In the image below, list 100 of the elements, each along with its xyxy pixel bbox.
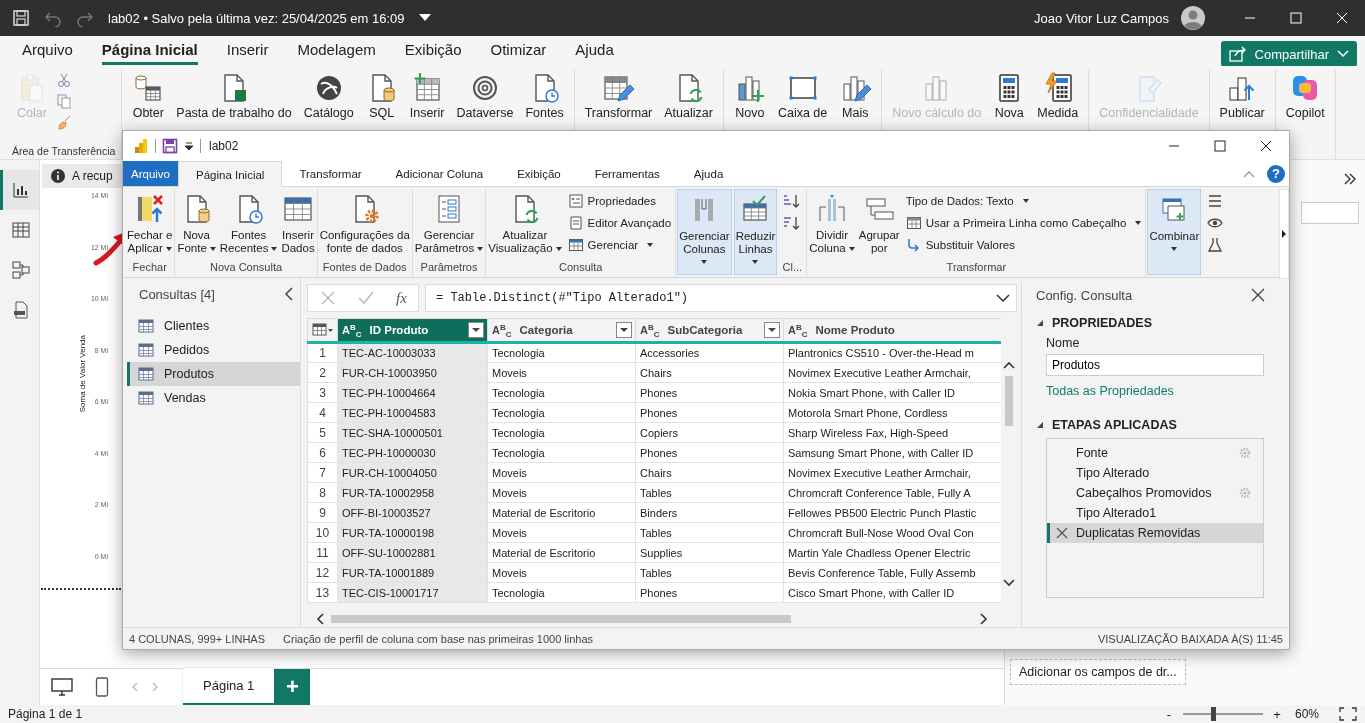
row-number: 8 xyxy=(307,482,338,503)
pane-title: Config. Consulta xyxy=(1036,287,1133,303)
ribbon-button[interactable]: Medida xyxy=(1033,70,1083,121)
ribbon-button[interactable]: Usar a Primeira Linha como Cabeçalho xyxy=(902,213,1145,233)
row-number: 5 xyxy=(307,422,338,443)
menu-tab[interactable]: Otimizar xyxy=(490,37,547,65)
ribbon-button[interactable]: Reduzir Linhas xyxy=(733,189,778,275)
ribbon-button[interactable]: Tipo de Dados: Texto xyxy=(902,191,1145,211)
step-item[interactable]: Tipo Alterado xyxy=(1047,463,1263,483)
ribbon-button[interactable]: Dividir Coluna xyxy=(808,189,856,258)
query-item[interactable]: Pedidos xyxy=(127,338,300,362)
column-name: Nome Produto xyxy=(815,324,896,336)
page-count: Página 1 de 1 xyxy=(8,707,83,721)
query-item[interactable]: Clientes xyxy=(127,314,300,338)
row-number: 1 xyxy=(307,342,338,363)
zoom-level: 60% xyxy=(1294,707,1319,721)
function-button[interactable]: fx xyxy=(396,289,407,307)
ribbon-tab[interactable]: Adicionar Coluna xyxy=(378,161,501,186)
menu-tab[interactable]: Exibição xyxy=(404,37,462,65)
group-label: Parâmetros xyxy=(419,261,479,275)
group-label: Consulta xyxy=(558,261,604,275)
column-header[interactable]: A$^{B}$$_{C}$ Categoria xyxy=(487,318,636,343)
zoom-in-button[interactable]: + xyxy=(1270,706,1283,722)
column-header[interactable]: A$^{B}$$_{C}$ ID Produto xyxy=(337,318,488,343)
ribbon-button[interactable]: Transformar xyxy=(580,70,657,121)
ribbon-button[interactable]: Atualizar Visualização xyxy=(487,189,563,258)
ribbon-button[interactable]: Copilot xyxy=(1281,70,1329,121)
menu-tab[interactable]: Inserir xyxy=(226,37,269,65)
menu-tab[interactable]: Modelagem xyxy=(297,37,376,65)
step-item[interactable]: Duplicatas Removidas xyxy=(1047,523,1263,543)
ribbon-button[interactable]: Dataverse xyxy=(452,70,518,121)
ribbon-button[interactable]: Fechar e Aplicar xyxy=(126,189,174,258)
menu-tab[interactable]: Arquivo xyxy=(22,37,73,65)
row-number: 6 xyxy=(307,442,338,463)
column-name: SubCategoria xyxy=(667,324,744,336)
ribbon-button[interactable]: SQL xyxy=(361,70,402,121)
step-item[interactable]: Cabeçalhos Promovidos xyxy=(1047,483,1263,503)
column-header[interactable]: A$^{B}$$_{C}$ SubCategoria xyxy=(635,318,784,343)
menu-tab[interactable]: Ajuda xyxy=(575,37,614,65)
section-heading: ETAPAS APLICADAS xyxy=(1052,418,1177,432)
group-label: Cl... xyxy=(781,261,804,275)
user-name[interactable]: Joao Vitor Luz Campos xyxy=(1034,10,1169,26)
ribbon-button[interactable]: Combinar xyxy=(1147,189,1202,275)
info-text: A recup xyxy=(72,169,113,183)
ribbon-button[interactable]: Gerenciar Colunas xyxy=(677,189,732,275)
ribbon-tab[interactable]: Ajuda xyxy=(676,161,741,186)
group-label: Fechar xyxy=(131,261,168,275)
ribbon-button[interactable]: Obter xyxy=(128,70,169,121)
ribbon-button[interactable]: Nova xyxy=(989,70,1030,121)
ribbon-tab[interactable]: Arquivo xyxy=(123,161,178,186)
ribbon-tab[interactable]: Ferramentas xyxy=(577,161,677,186)
file-title: lab02 • Salvo pela última vez: 25/04/2025 em 16:09 xyxy=(108,10,405,26)
row-number: 13 xyxy=(307,582,338,603)
ribbon-button[interactable]: Gerenciar xyxy=(564,235,675,255)
share-button[interactable]: Compartilhar xyxy=(1220,41,1357,67)
group-label: Transformar xyxy=(945,261,1008,275)
ribbon-button[interactable]: Configurações da fonte de dados xyxy=(318,189,411,258)
profiling-note: Criação de perfil de coluna com base nas primeiras 1000 linhas xyxy=(283,632,594,645)
ribbon-button[interactable]: Catálogo xyxy=(299,70,358,121)
step-item[interactable]: Fonte xyxy=(1047,443,1263,463)
column-count: 4 COLUNAS, 999+ LINHAS xyxy=(129,632,266,645)
step-item[interactable]: Tipo Alterado1 xyxy=(1047,503,1263,523)
query-item[interactable]: Vendas xyxy=(127,386,300,410)
ribbon-button[interactable]: Caixa de xyxy=(773,70,832,121)
query-item[interactable]: Produtos xyxy=(127,362,300,386)
name-field[interactable]: Produtos xyxy=(1046,354,1264,376)
section-heading: PROPRIEDADES xyxy=(1052,316,1153,330)
group-label: Área de Transferência xyxy=(12,145,116,159)
row-number: 11 xyxy=(307,542,338,563)
ribbon-button[interactable]: Nova Fonte xyxy=(176,189,217,258)
ribbon-button[interactable]: Propriedades xyxy=(564,191,675,211)
ribbon-button[interactable]: Novo xyxy=(729,70,770,121)
ribbon-button[interactable]: Inserir Dados xyxy=(280,189,316,258)
ribbon-button[interactable]: Gerenciar Parâmetros xyxy=(413,189,485,258)
zoom-out-button[interactable]: - xyxy=(1162,706,1175,722)
ribbon-button[interactable]: Inserir xyxy=(405,70,449,121)
help-button[interactable]: ? xyxy=(1267,164,1285,183)
ribbon-tab[interactable]: Transformar xyxy=(282,161,379,186)
row-number: 3 xyxy=(307,382,338,403)
column-header[interactable]: A$^{B}$$_{C}$ Nome Produto xyxy=(783,318,1001,343)
drop-zone[interactable]: Adicionar os campos de dr... xyxy=(1010,659,1186,685)
add-page-button[interactable]: + xyxy=(274,669,311,705)
ribbon-button[interactable]: Fontes xyxy=(521,70,568,121)
ribbon-button[interactable]: Pasta de trabalho do xyxy=(172,70,296,121)
ribbon-button[interactable]: Publicar xyxy=(1215,70,1269,121)
formula-field[interactable]: = Table.Distinct(#"Tipo Alterado1") xyxy=(425,284,1017,312)
ribbon-button[interactable]: Substituir Valores xyxy=(902,235,1145,255)
ribbon-button[interactable]: Editor Avançado xyxy=(564,213,675,233)
all-properties-link[interactable]: Todas as Propriedades xyxy=(1046,384,1174,398)
ribbon-tab[interactable]: Página Inicial xyxy=(178,161,283,187)
page-tab[interactable]: Página 1 xyxy=(183,668,275,706)
row-number: 9 xyxy=(307,502,338,523)
row-number: 2 xyxy=(307,362,338,383)
ribbon-tab[interactable]: Exibição xyxy=(500,161,578,186)
ribbon-button[interactable]: Mais xyxy=(835,70,876,121)
ribbon-button[interactable]: Agrupar por xyxy=(857,189,901,258)
ribbon-button[interactable]: Fontes Recentes xyxy=(218,189,279,258)
window-title: lab02 xyxy=(209,139,239,153)
axis-title: Soma de Valor Venda xyxy=(78,335,88,413)
ribbon-button[interactable]: Atualizar xyxy=(660,70,717,121)
